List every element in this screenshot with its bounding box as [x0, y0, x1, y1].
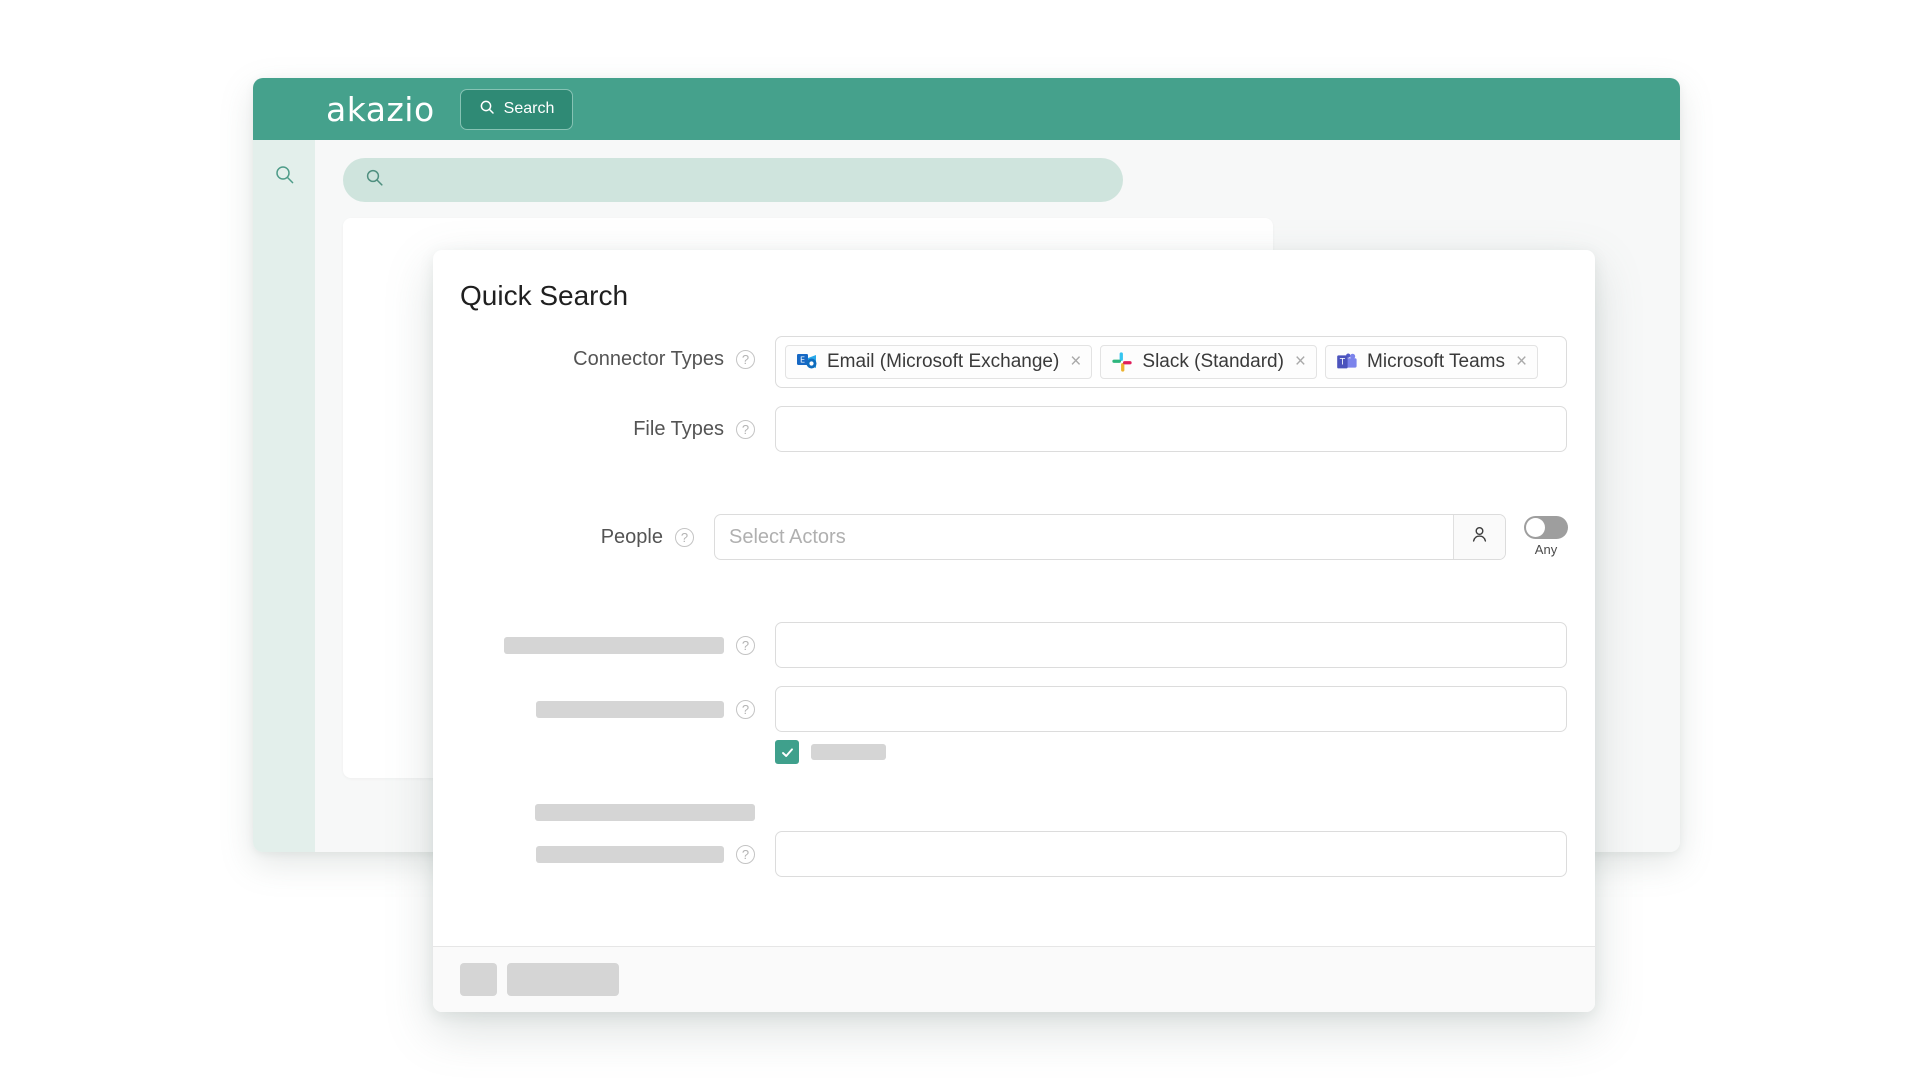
field-row-connector-types: Connector Types ? E Email (Microsoft Exc…: [460, 336, 1568, 388]
skeleton-label: [536, 845, 724, 863]
field-row-placeholder-3: ?: [460, 831, 1568, 877]
skeleton-button-small[interactable]: [460, 963, 497, 996]
file-types-label-group: File Types ?: [460, 406, 755, 452]
field-row-checkbox: [460, 738, 1568, 764]
dialog-title: Quick Search: [460, 280, 629, 311]
search-icon: [274, 164, 295, 190]
placeholder-field-2: [755, 686, 1568, 732]
toggle-knob: [1526, 518, 1545, 537]
chip-connector[interactable]: T Microsoft Teams ×: [1325, 345, 1539, 379]
connector-types-label: Connector Types: [573, 347, 724, 370]
people-input-group: Select Actors: [714, 514, 1506, 560]
people-label-group: People ?: [460, 514, 694, 560]
placeholder-label-group-2: ?: [460, 686, 755, 732]
person-icon: [1469, 524, 1490, 550]
field-row-file-types: File Types ?: [460, 406, 1568, 452]
form-spacer: [460, 578, 1568, 622]
microsoft-teams-icon: T: [1336, 351, 1358, 373]
chip-label: Microsoft Teams: [1367, 351, 1505, 372]
search-icon: [479, 99, 495, 120]
placeholder-field-1: [755, 622, 1568, 668]
skeleton-label: [536, 700, 724, 718]
form-spacer: [460, 470, 1568, 514]
skeleton-label: [811, 744, 886, 760]
connector-types-field: E Email (Microsoft Exchange) × Slack (St…: [755, 336, 1568, 388]
svg-text:T: T: [1339, 357, 1346, 367]
connector-types-label-group: Connector Types ?: [460, 336, 755, 382]
people-picker-button[interactable]: [1453, 515, 1505, 559]
help-icon[interactable]: ?: [675, 527, 694, 547]
field-row-placeholder-heading: [460, 804, 1568, 821]
placeholder-input-3[interactable]: [775, 831, 1567, 877]
connector-types-input[interactable]: E Email (Microsoft Exchange) × Slack (St…: [775, 336, 1567, 388]
skeleton-label: [535, 804, 755, 821]
help-icon[interactable]: ?: [736, 844, 755, 864]
svg-text:E: E: [800, 355, 805, 364]
skeleton-label: [504, 636, 724, 654]
chip-connector[interactable]: E Email (Microsoft Exchange) ×: [785, 345, 1093, 379]
microsoft-exchange-icon: E: [796, 351, 818, 373]
chip-label: Email (Microsoft Exchange): [827, 351, 1060, 372]
checkbox[interactable]: [775, 740, 799, 764]
help-icon[interactable]: ?: [736, 349, 755, 369]
app-sidebar: [253, 140, 315, 852]
close-icon[interactable]: ×: [1070, 351, 1081, 373]
help-icon[interactable]: ?: [736, 419, 755, 439]
file-types-field: [755, 406, 1568, 452]
placeholder-field-3: [755, 831, 1568, 877]
help-icon[interactable]: ?: [736, 635, 755, 655]
quick-search-dialog: Quick Search Connector Types ? E Email (…: [433, 250, 1595, 1012]
brand-logo: akazio: [326, 89, 435, 129]
app-header: akazio Search: [253, 78, 1680, 140]
nav-search-label: Search: [503, 100, 555, 117]
placeholder-label-group-1: ?: [460, 622, 755, 668]
field-row-people: People ? Select Actors Any: [460, 514, 1568, 560]
select-actors-input[interactable]: Select Actors: [715, 515, 1453, 559]
placeholder-heading-group: [460, 804, 755, 821]
field-row-placeholder-1: ?: [460, 622, 1568, 668]
sidebar-item-search[interactable]: [267, 160, 301, 194]
close-icon[interactable]: ×: [1295, 351, 1306, 373]
dialog-footer: [433, 946, 1595, 1012]
people-label: People: [600, 525, 663, 548]
form-spacer: [460, 782, 1568, 804]
people-field: Select Actors Any: [694, 514, 1568, 560]
search-icon: [365, 168, 384, 192]
search-input[interactable]: [343, 158, 1123, 202]
close-icon[interactable]: ×: [1516, 351, 1527, 373]
people-any-toggle-label: Any: [1534, 542, 1558, 557]
chip-connector[interactable]: Slack (Standard) ×: [1100, 345, 1318, 379]
placeholder-input-2[interactable]: [775, 686, 1567, 732]
file-types-label: File Types: [633, 417, 724, 440]
file-types-input[interactable]: [775, 406, 1567, 452]
people-any-toggle-group: Any: [1524, 514, 1568, 557]
checkbox-group: [755, 740, 886, 764]
placeholder-label-group-3: ?: [460, 831, 755, 877]
help-icon[interactable]: ?: [736, 699, 755, 719]
nav-search-button[interactable]: Search: [459, 88, 574, 130]
placeholder-input-1[interactable]: [775, 622, 1567, 668]
skeleton-button-large[interactable]: [507, 963, 619, 996]
chip-label: Slack (Standard): [1142, 351, 1284, 372]
slack-icon: [1111, 351, 1133, 373]
field-row-placeholder-2: ?: [460, 686, 1568, 732]
dialog-form: Connector Types ? E Email (Microsoft Exc…: [433, 312, 1595, 946]
people-any-toggle[interactable]: [1524, 516, 1568, 539]
